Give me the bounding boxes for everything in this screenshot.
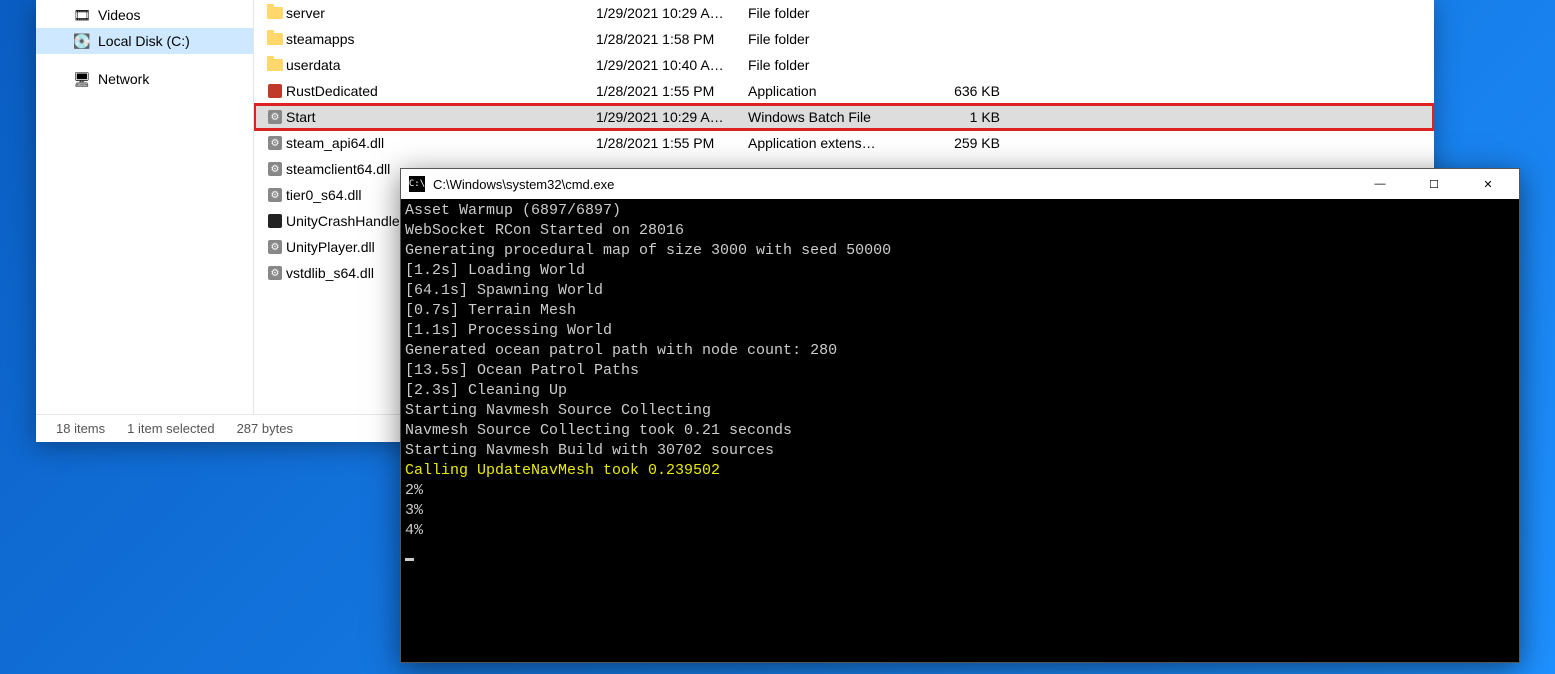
videos-icon: 🎞 — [74, 7, 90, 23]
folder-icon — [264, 33, 286, 45]
cmd-line: [1.1s] Processing World — [405, 321, 1515, 341]
cmd-line: Generated ocean patrol path with node co… — [405, 341, 1515, 361]
cmd-line: 2% — [405, 481, 1515, 501]
folder-icon — [264, 7, 286, 19]
cmd-cursor — [405, 558, 414, 561]
maximize-button[interactable]: ☐ — [1411, 169, 1457, 199]
file-type: Windows Batch File — [748, 109, 932, 125]
cmd-line: Calling UpdateNavMesh took 0.239502 — [405, 461, 1515, 481]
file-date: 1/29/2021 10:29 A… — [596, 5, 748, 21]
file-type: File folder — [748, 31, 932, 47]
file-type: File folder — [748, 57, 932, 73]
file-size: 636 KB — [932, 83, 1000, 99]
cmd-line: Asset Warmup (6897/6897) — [405, 201, 1515, 221]
file-name: steamapps — [286, 31, 596, 47]
cmd-output[interactable]: Asset Warmup (6897/6897)WebSocket RCon S… — [401, 199, 1519, 662]
nav-item-videos[interactable]: 🎞 Videos — [36, 2, 253, 28]
status-item-count: 18 items — [56, 421, 105, 436]
settings-file-icon: ⚙ — [264, 188, 286, 202]
file-row[interactable]: ⚙Start1/29/2021 10:29 A…Windows Batch Fi… — [254, 104, 1434, 130]
nav-item-label: Local Disk (C:) — [98, 33, 190, 49]
cmd-line: [13.5s] Ocean Patrol Paths — [405, 361, 1515, 381]
file-type: Application extens… — [748, 135, 932, 151]
file-date: 1/29/2021 10:29 A… — [596, 109, 748, 125]
file-row[interactable]: server1/29/2021 10:29 A…File folder — [254, 0, 1434, 26]
cmd-title-text: C:\Windows\system32\cmd.exe — [433, 177, 1349, 192]
cmd-line: [1.2s] Loading World — [405, 261, 1515, 281]
nav-item-label: Network — [98, 71, 149, 87]
file-name: userdata — [286, 57, 596, 73]
file-date: 1/28/2021 1:58 PM — [596, 31, 748, 47]
file-size: 1 KB — [932, 109, 1000, 125]
file-name: RustDedicated — [286, 83, 596, 99]
cmd-line: WebSocket RCon Started on 28016 — [405, 221, 1515, 241]
settings-file-icon: ⚙ — [264, 240, 286, 254]
file-row[interactable]: userdata1/29/2021 10:40 A…File folder — [254, 52, 1434, 78]
file-row[interactable]: steamapps1/28/2021 1:58 PMFile folder — [254, 26, 1434, 52]
file-size: 259 KB — [932, 135, 1000, 151]
status-selection: 1 item selected — [127, 421, 214, 436]
minimize-button[interactable]: — — [1357, 169, 1403, 199]
nav-item-local-disk-c-[interactable]: 💽 Local Disk (C:) — [36, 28, 253, 54]
application-icon — [264, 84, 286, 98]
file-row[interactable]: ⚙steam_api64.dll1/28/2021 1:55 PMApplica… — [254, 130, 1434, 156]
file-date: 1/29/2021 10:40 A… — [596, 57, 748, 73]
cmd-line: [2.3s] Cleaning Up — [405, 381, 1515, 401]
status-size: 287 bytes — [237, 421, 293, 436]
settings-file-icon: ⚙ — [264, 266, 286, 280]
file-name: steam_api64.dll — [286, 135, 596, 151]
close-button[interactable]: ✕ — [1465, 169, 1511, 199]
cmd-line: [64.1s] Spawning World — [405, 281, 1515, 301]
file-date: 1/28/2021 1:55 PM — [596, 83, 748, 99]
file-name: server — [286, 5, 596, 21]
nav-item-label: Videos — [98, 7, 141, 23]
folder-icon — [264, 59, 286, 71]
cmd-line: Navmesh Source Collecting took 0.21 seco… — [405, 421, 1515, 441]
file-type: Application — [748, 83, 932, 99]
navigation-pane: 🎞 Videos 💽 Local Disk (C:) 🖥 Network — [36, 0, 254, 414]
settings-file-icon: ⚙ — [264, 110, 286, 124]
nav-item-network[interactable]: 🖥 Network — [36, 66, 253, 92]
cmd-line: Starting Navmesh Build with 30702 source… — [405, 441, 1515, 461]
cmd-line: 3% — [405, 501, 1515, 521]
cmd-line: Starting Navmesh Source Collecting — [405, 401, 1515, 421]
network-icon: 🖥 — [74, 71, 90, 87]
file-date: 1/28/2021 1:55 PM — [596, 135, 748, 151]
cmd-line: Generating procedural map of size 3000 w… — [405, 241, 1515, 261]
file-name: Start — [286, 109, 596, 125]
file-type: File folder — [748, 5, 932, 21]
file-row[interactable]: RustDedicated1/28/2021 1:55 PMApplicatio… — [254, 78, 1434, 104]
cmd-icon: C:\ — [409, 176, 425, 192]
settings-file-icon: ⚙ — [264, 162, 286, 176]
settings-file-icon: ⚙ — [264, 136, 286, 150]
cmd-line: 4% — [405, 521, 1515, 541]
cmd-title-bar[interactable]: C:\ C:\Windows\system32\cmd.exe — ☐ ✕ — [401, 169, 1519, 199]
disk-icon: 💽 — [74, 33, 90, 49]
unity-icon — [264, 214, 286, 228]
cmd-window: C:\ C:\Windows\system32\cmd.exe — ☐ ✕ As… — [400, 168, 1520, 663]
cmd-line: [0.7s] Terrain Mesh — [405, 301, 1515, 321]
